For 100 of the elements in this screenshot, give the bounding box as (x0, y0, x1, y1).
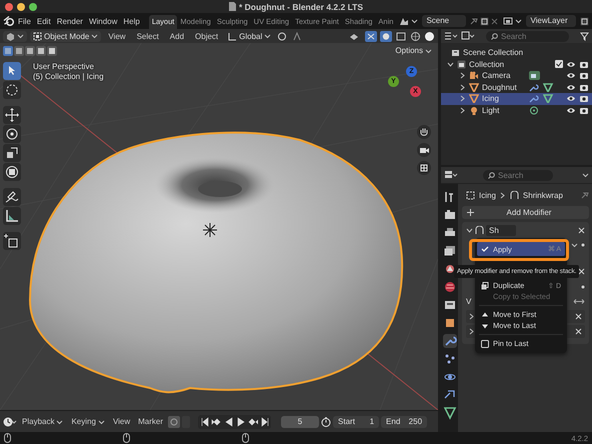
menu-item[interactable]: Help (120, 16, 143, 26)
outliner-item[interactable]: Doughnut (482, 82, 526, 92)
frame-field[interactable]: 5 (281, 416, 320, 428)
menu-item[interactable]: Marker (135, 417, 166, 426)
search-field[interactable]: Search (486, 30, 569, 42)
pin-icon[interactable] (470, 17, 478, 25)
light-data-icon[interactable] (529, 106, 540, 115)
chevron-down-icon[interactable] (447, 60, 454, 68)
new-scene-icon[interactable] (480, 16, 490, 26)
menu-dropdown[interactable]: Playback (19, 417, 66, 426)
scale-icon[interactable] (3, 144, 21, 162)
start-field[interactable]: Start 1 (333, 416, 380, 428)
render-camera-icon[interactable] (579, 71, 589, 80)
jump-end-icon[interactable] (259, 416, 270, 428)
menu-item[interactable]: Window (86, 16, 120, 26)
wrench-icon[interactable] (442, 334, 456, 348)
grid-icon[interactable] (417, 161, 431, 175)
mesh-data-icon[interactable] (543, 94, 554, 104)
outliner-item[interactable]: Camera (482, 71, 526, 80)
box-icon[interactable] (442, 298, 456, 312)
render-camera-icon[interactable] (579, 60, 589, 69)
light-bulb-icon[interactable] (469, 106, 479, 115)
menu-item[interactable]: Render (54, 16, 86, 26)
wireframe-sphere-icon[interactable] (410, 30, 421, 42)
view-layer-field[interactable]: ViewLayer (526, 15, 576, 27)
search-field[interactable]: Search (483, 170, 553, 180)
outliner-item[interactable]: Collection (469, 60, 504, 69)
eye-icon[interactable] (566, 60, 576, 69)
scene-field[interactable]: Scene (422, 15, 466, 27)
eye-icon[interactable] (566, 82, 576, 92)
collection-box-icon (451, 48, 460, 58)
checkbox[interactable] (481, 340, 489, 348)
render-camera-icon[interactable] (579, 94, 589, 104)
play-icon[interactable] (235, 416, 246, 428)
menu-item[interactable]: Select (132, 32, 163, 40)
chevron-down-icon[interactable] (466, 226, 473, 234)
editor-type-button[interactable] (3, 30, 27, 42)
wrench-icon[interactable] (529, 94, 540, 104)
display-mode-icon[interactable] (444, 31, 458, 41)
mesh-data-icon[interactable] (543, 82, 554, 92)
hand-icon[interactable] (417, 125, 431, 139)
view-layer-icon[interactable] (503, 16, 514, 26)
checkbox-icon[interactable] (555, 60, 563, 68)
menu-item[interactable]: View (104, 32, 130, 40)
search-placeholder: Search (498, 170, 524, 180)
camera-data-icon[interactable] (529, 71, 540, 80)
menu-item[interactable]: View (110, 417, 134, 426)
pin-icon[interactable] (581, 191, 589, 199)
overlay-icon[interactable] (380, 30, 392, 42)
solid-sphere-icon[interactable] (424, 30, 435, 42)
menu-item[interactable]: Edit (34, 16, 54, 26)
xray-icon[interactable] (395, 30, 407, 42)
eye-icon[interactable] (566, 94, 576, 104)
menu-item[interactable]: Object (191, 32, 222, 40)
mode-dropdown[interactable]: Object Mode (30, 30, 102, 42)
caret-icon[interactable] (571, 242, 578, 248)
modifier-name-field[interactable]: Sh (486, 224, 516, 236)
globe-icon[interactable] (442, 280, 456, 294)
outliner-item[interactable]: Light (482, 106, 526, 115)
view-filter-icon[interactable] (461, 31, 475, 41)
close-button[interactable] (5, 2, 13, 10)
jump-start-icon[interactable] (199, 416, 210, 428)
cursor-icon[interactable] (3, 81, 21, 99)
filter-icon[interactable] (580, 32, 589, 40)
origin-icon (202, 222, 218, 238)
end-field[interactable]: End 250 (381, 416, 428, 428)
eye-icon[interactable] (566, 71, 576, 80)
orientation-dropdown[interactable]: Global (225, 30, 274, 42)
transform-icon[interactable] (3, 163, 21, 181)
caret-icon[interactable] (515, 18, 522, 24)
menu-dropdown[interactable]: Keying (68, 417, 108, 426)
outliner-item[interactable]: Scene Collection (463, 48, 524, 58)
add-cube-icon[interactable] (3, 232, 21, 250)
caret-icon[interactable] (582, 172, 589, 178)
editor-type-icon[interactable] (444, 170, 458, 180)
menu-item[interactable]: File (15, 16, 34, 26)
minimize-button[interactable] (17, 2, 25, 10)
triangle-icon[interactable] (442, 406, 456, 420)
new-layer-icon[interactable] (580, 16, 589, 26)
render-camera-icon[interactable] (579, 106, 589, 115)
eye-icon[interactable] (566, 106, 576, 115)
menu-item[interactable]: Add (166, 32, 188, 40)
rotate-icon[interactable] (3, 125, 21, 143)
caret-icon[interactable] (411, 18, 418, 24)
wrench-icon[interactable] (529, 82, 540, 92)
render-camera-icon[interactable] (579, 82, 589, 92)
add-modifier-button[interactable]: Add Modifier (462, 206, 589, 219)
image-stack-icon[interactable] (442, 244, 456, 258)
record-button[interactable] (168, 416, 180, 428)
options-dropdown[interactable]: Options (392, 45, 435, 56)
zoom-button[interactable] (29, 2, 37, 10)
move-icon[interactable] (3, 106, 21, 124)
camera-icon[interactable] (417, 143, 431, 157)
particles-icon[interactable] (442, 352, 456, 366)
camera-icon[interactable] (469, 71, 479, 80)
ruler-icon[interactable] (3, 207, 21, 225)
swap-icon[interactable] (573, 298, 585, 305)
clock-dropdown-icon[interactable] (3, 416, 17, 426)
play-reverse-icon[interactable] (223, 416, 234, 428)
select-box-icon[interactable] (3, 62, 21, 80)
